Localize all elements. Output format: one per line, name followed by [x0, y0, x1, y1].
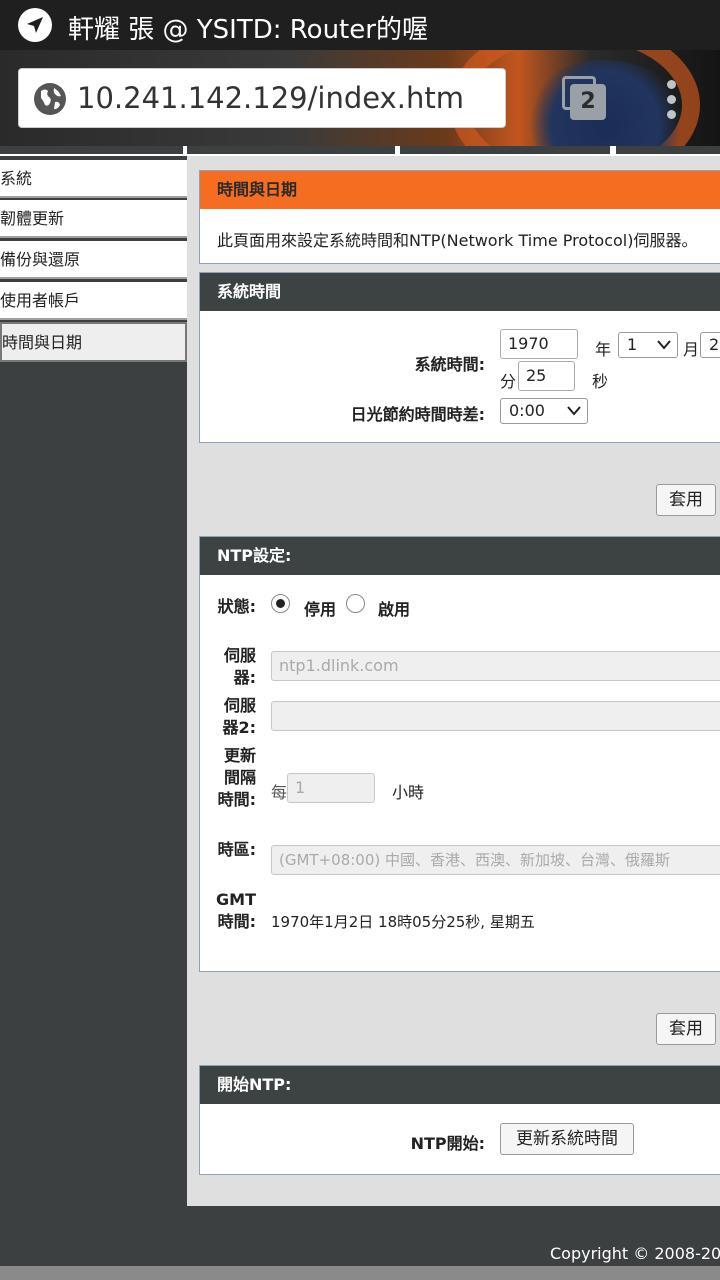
chevron-down-icon [657, 340, 671, 350]
timezone-label: 時區: [217, 840, 256, 859]
ntp-server2-input[interactable] [271, 701, 720, 731]
server-label: 伺服器: [223, 646, 256, 687]
timezone-select[interactable]: (GMT+08:00) 中國、香港、西澳、新加坡、台灣、俄羅斯 [271, 845, 720, 875]
section-header: 系統時間 [200, 273, 720, 311]
status-enable-label: 啟用 [378, 600, 411, 619]
second-input[interactable]: 25 [518, 361, 575, 391]
system-time-section: 系統時間 系統時間: 1970 年 1 月 2 分 25 秒 日光節約時間時差:… [199, 272, 720, 443]
sidebar-item-label: 使用者帳戶 [0, 291, 81, 310]
status-disable-radio[interactable] [271, 594, 290, 613]
nav-tab[interactable] [0, 146, 183, 154]
globe-icon [33, 82, 67, 120]
footer: Copyright © 2008-20 [0, 1206, 720, 1266]
interval-prefix: 每 [271, 783, 288, 802]
month-unit: 月 [683, 340, 700, 359]
sidebar-item-firmware[interactable]: 韌體更新 [0, 200, 187, 238]
year-input[interactable]: 1970 [500, 329, 578, 359]
minute-unit: 分 [500, 372, 517, 391]
dst-offset-select[interactable]: 0:00 [500, 398, 588, 424]
url-text: 10.241.142.129/index.htm [77, 81, 464, 115]
dst-offset-label: 日光節約時間時差: [350, 405, 485, 424]
apply-ntp-button[interactable]: 套用 [656, 1013, 716, 1045]
router-nav-strip [0, 146, 720, 156]
gmt-time-label: GMT時間: [216, 890, 256, 931]
overflow-menu-button[interactable] [660, 80, 684, 120]
nav-tab[interactable] [187, 146, 395, 154]
menu-dot-icon [667, 80, 676, 89]
sidebar-item-label: 系統 [0, 169, 33, 188]
main-content: 時間與日期 此頁面用來設定系統時間和NTP(Network Time Proto… [187, 156, 720, 1206]
interval-label: 更新間隔時間: [217, 746, 256, 809]
update-system-time-button[interactable]: 更新系統時間 [500, 1123, 634, 1155]
time-date-section: 時間與日期 此頁面用來設定系統時間和NTP(Network Time Proto… [199, 170, 720, 264]
server2-label: 伺服器2: [222, 696, 256, 737]
sidebar: 系統 韌體更新 備份與還原 使用者帳戶 時間與日期 [0, 156, 187, 1206]
tab-count: 2 [570, 84, 606, 120]
year-unit: 年 [595, 340, 612, 359]
page-title: 時間與日期 [200, 171, 720, 209]
chevron-down-icon [567, 406, 581, 416]
sidebar-item-user-accounts[interactable]: 使用者帳戶 [0, 282, 187, 320]
menu-dot-icon [667, 110, 676, 119]
status-bar: 軒耀 張 @ YSITD: Router的喔 [0, 0, 720, 50]
gmt-time-value: 1970年1月2日 18時05分25秒, 星期五 [271, 913, 535, 931]
sidebar-item-backup[interactable]: 備份與還原 [0, 241, 187, 279]
notification-title: 軒耀 張 @ YSITD: Router的喔 [68, 15, 428, 45]
second-unit: 秒 [592, 372, 609, 391]
system-time-label: 系統時間: [414, 355, 485, 374]
month-select[interactable]: 1 [618, 332, 678, 358]
status-label: 狀態: [217, 597, 256, 616]
nav-tab[interactable] [400, 146, 610, 154]
tab-switcher-button[interactable]: 2 [562, 76, 606, 120]
status-disable-label: 停用 [304, 600, 337, 619]
day-select[interactable]: 2 [700, 332, 720, 358]
apply-system-time-button[interactable]: 套用 [656, 484, 716, 516]
ntp-settings-section: NTP設定: 狀態: 停用 啟用 伺服器: ntp1.dlink.com 伺服器… [199, 536, 720, 972]
copyright-text: Copyright © 2008-20 [550, 1244, 720, 1263]
nav-tab[interactable] [616, 146, 720, 154]
ntp-start-label: NTP開始: [410, 1134, 485, 1153]
sidebar-item-time-date[interactable]: 時間與日期 [0, 322, 187, 362]
interval-unit: 小時 [392, 783, 425, 802]
interval-input[interactable]: 1 [287, 773, 375, 803]
sidebar-item-system[interactable]: 系統 [0, 160, 187, 198]
sidebar-item-label: 韌體更新 [0, 209, 65, 228]
url-field[interactable]: 10.241.142.129/index.htm [18, 68, 506, 128]
start-ntp-section: 開始NTP: NTP開始: 更新系統時間 [199, 1065, 720, 1175]
sidebar-item-label: 備份與還原 [0, 250, 81, 269]
ntp-server-input[interactable]: ntp1.dlink.com [271, 651, 720, 681]
section-header: 開始NTP: [200, 1066, 720, 1104]
page-description: 此頁面用來設定系統時間和NTP(Network Time Protocol)伺服… [217, 231, 698, 250]
navigation-arrow-icon [18, 8, 52, 42]
menu-dot-icon [667, 95, 676, 104]
bottom-bar [0, 1266, 720, 1280]
browser-toolbar: 10.241.142.129/index.htm 2 [0, 50, 720, 146]
sidebar-item-label: 時間與日期 [2, 333, 83, 352]
section-header: NTP設定: [200, 537, 720, 575]
status-enable-radio[interactable] [346, 594, 365, 613]
